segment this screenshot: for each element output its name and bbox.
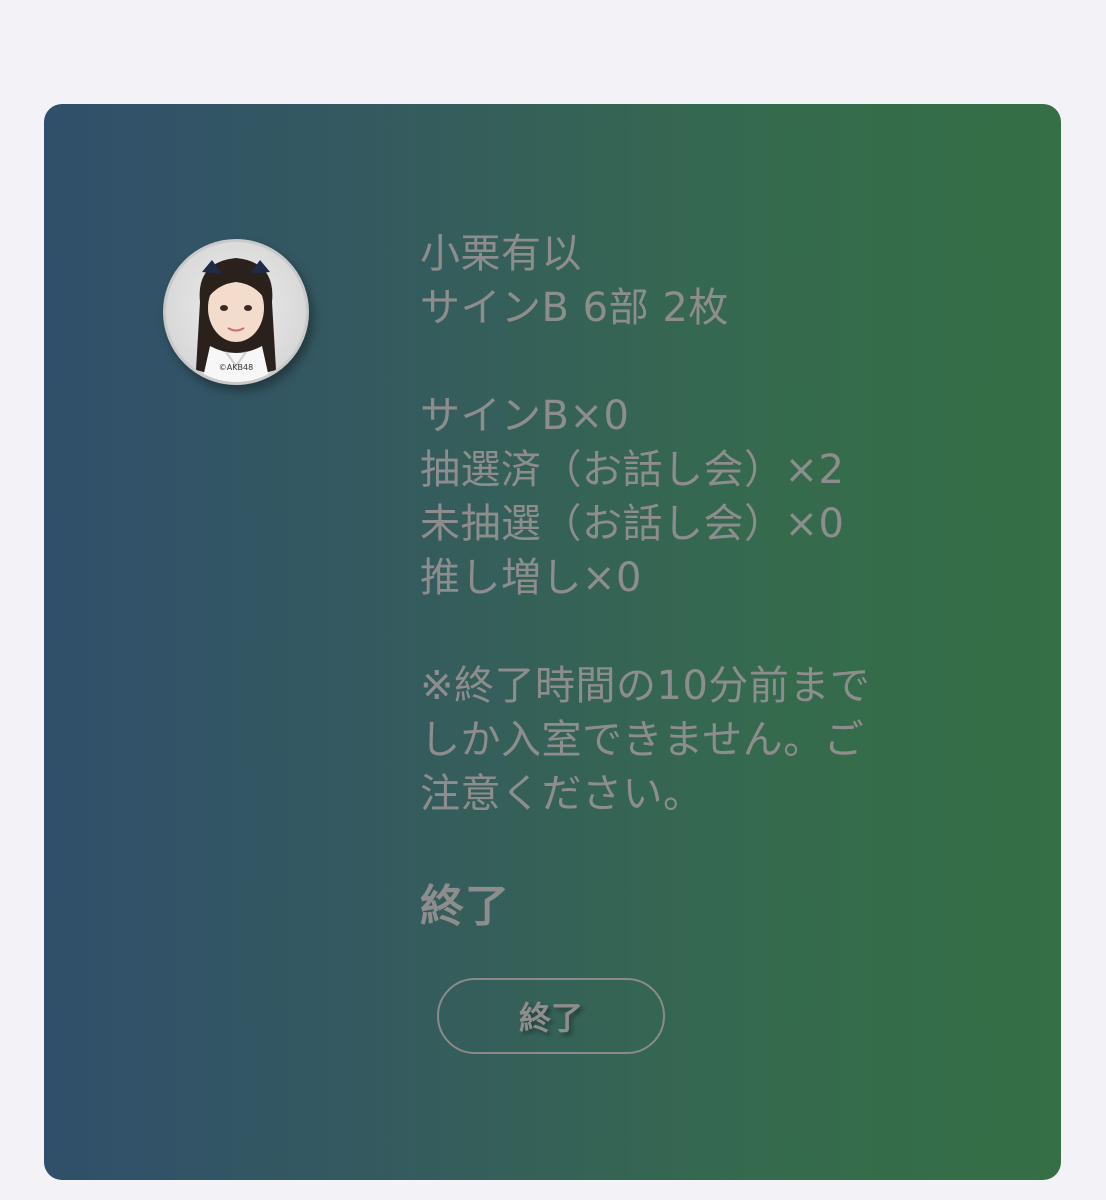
count-undrawn-talk: 未抽選（お話し会）×0 <box>420 501 845 547</box>
ticket-card: ©AKB48 小栗有以 サインB 6部 2枚 サインB×0 抽選済（お話し会）×… <box>44 104 1061 1180</box>
ticket-info: 小栗有以 サインB 6部 2枚 サインB×0 抽選済（お話し会）×2 未抽選（お… <box>420 227 870 821</box>
end-button[interactable]: 終了 <box>437 978 665 1054</box>
member-name: 小栗有以 <box>420 231 582 277</box>
member-avatar: ©AKB48 <box>163 239 309 385</box>
count-sign-b: サインB×0 <box>420 393 630 439</box>
member-photo-icon <box>196 258 276 382</box>
notice-line-3: 注意ください。 <box>420 771 704 817</box>
session-label: サインB 6部 2枚 <box>420 285 729 331</box>
count-oshi-mashi: 推し増し×0 <box>420 555 642 601</box>
notice-line-2: しか入室できません。ご <box>420 717 865 763</box>
notice-line-1: ※終了時間の10分前まで <box>420 663 871 709</box>
count-drawn-talk: 抽選済（お話し会）×2 <box>420 447 845 493</box>
photo-credit: ©AKB48 <box>218 363 254 372</box>
status-label: 終了 <box>420 881 510 932</box>
